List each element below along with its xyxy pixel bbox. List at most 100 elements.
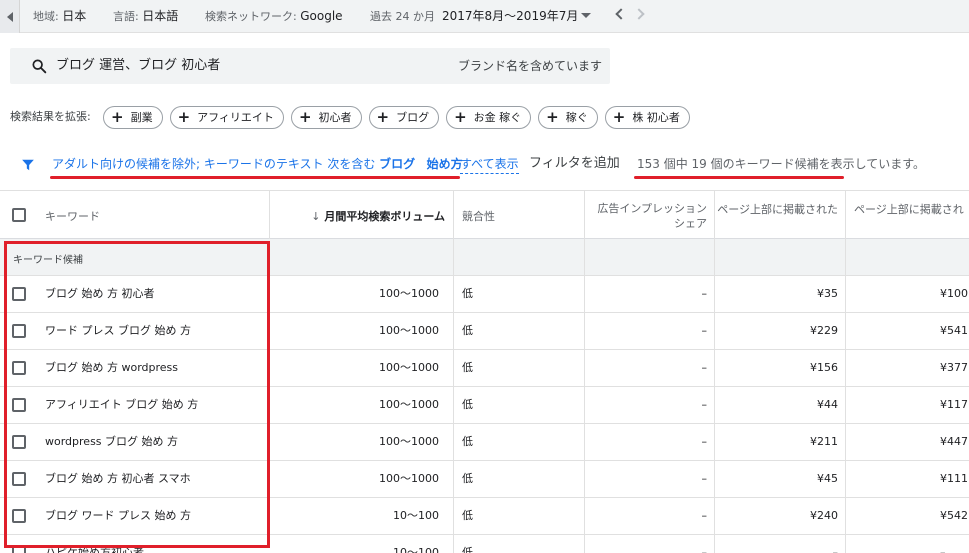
broaden-chip[interactable]: + 副業 xyxy=(103,106,163,129)
broaden-search-label: 検索結果を拡張: xyxy=(10,110,91,123)
impression-cell: – xyxy=(701,546,708,553)
table-row[interactable]: ブログ 始め 方 初心者 100〜1000 低 – ¥35 ¥100 xyxy=(0,276,969,313)
location-value: 日本 xyxy=(62,9,87,23)
bid-low-cell: ¥44 xyxy=(817,398,838,411)
plus-icon: + xyxy=(454,108,467,126)
top-bid-low-column-header[interactable]: ページ上部に掲載された xyxy=(715,191,846,239)
row-checkbox[interactable] xyxy=(12,435,26,449)
search-icon xyxy=(32,59,47,74)
select-all-checkbox[interactable] xyxy=(12,208,26,222)
row-checkbox[interactable] xyxy=(12,287,26,301)
volume-cell: 100〜1000 xyxy=(379,435,439,448)
search-query[interactable]: ブログ 運営、ブログ 初心者 xyxy=(56,48,220,84)
bid-high-cell: ¥100 xyxy=(940,287,968,300)
broaden-chips: + 副業 + アフィリエイト + 初心者 + ブログ + お金 稼ぐ + 稼ぐ + 株 初心者 xyxy=(103,106,697,129)
annotation-underline xyxy=(50,176,460,179)
impression-cell: – xyxy=(701,435,708,448)
broaden-chip[interactable]: + 稼ぐ xyxy=(538,106,598,129)
impression-cell: – xyxy=(701,398,708,411)
competition-cell: 低 xyxy=(462,435,473,448)
previous-period-icon[interactable] xyxy=(615,8,627,20)
impression-cell: – xyxy=(701,287,708,300)
volume-cell: 100〜1000 xyxy=(379,324,439,337)
next-period-icon[interactable] xyxy=(633,8,645,20)
top-bid-high-column-header[interactable]: ページ上部に掲載され xyxy=(846,191,969,239)
network-setting[interactable]: 検索ネットワーク: Google xyxy=(205,0,343,33)
table-row[interactable]: ブログ 始め 方 初心者 スマホ 100〜1000 低 – ¥45 ¥111 xyxy=(0,461,969,498)
table-row[interactable]: ブログ ワード プレス 始め 方 10〜100 低 – ¥240 ¥542 xyxy=(0,498,969,535)
broaden-chip[interactable]: + 初心者 xyxy=(290,106,362,129)
language-value: 日本語 xyxy=(142,9,179,23)
volume-cell: 100〜1000 xyxy=(379,361,439,374)
keyword-column-header[interactable]: キーワード xyxy=(0,191,270,239)
row-checkbox[interactable] xyxy=(12,509,26,523)
plus-icon: + xyxy=(546,108,559,126)
date-range-dropdown-icon[interactable] xyxy=(581,13,591,18)
collapse-button[interactable] xyxy=(0,0,20,33)
plus-icon: + xyxy=(612,108,626,126)
bid-low-cell: ¥211 xyxy=(810,435,838,448)
row-checkbox[interactable] xyxy=(12,398,26,412)
bid-low-cell: ¥156 xyxy=(810,361,838,374)
plus-icon: + xyxy=(111,108,124,126)
keyword-cell: ワード プレス ブログ 始め 方 xyxy=(45,324,191,337)
broaden-chip[interactable]: + アフィリエイト xyxy=(169,106,284,129)
keyword-cell: ブログ 始め 方 wordpress xyxy=(45,361,179,374)
row-checkbox[interactable] xyxy=(12,546,26,553)
broaden-chip[interactable]: + ブログ xyxy=(368,106,440,129)
impression-cell: – xyxy=(701,472,708,485)
active-filter[interactable]: アダルト向けの候補を除外; キーワードのテキスト 次を含む ブログ 始め方 xyxy=(52,154,463,174)
competition-cell: 低 xyxy=(462,287,473,300)
sort-descending-icon: ↓ xyxy=(311,210,321,223)
table-row[interactable]: wordpress ブログ 始め 方 100〜1000 低 – ¥211 ¥44… xyxy=(0,424,969,461)
table-row[interactable]: ブログ 始め 方 wordpress 100〜1000 低 – ¥156 ¥37… xyxy=(0,350,969,387)
broaden-chip[interactable]: + 株 初心者 xyxy=(604,106,690,129)
result-count: 153 個中 19 個のキーワード候補を表示しています。 xyxy=(637,157,926,171)
add-filter-button[interactable]: フィルタを追加 xyxy=(529,154,620,174)
competition-cell: 低 xyxy=(462,472,473,485)
row-checkbox[interactable] xyxy=(12,472,26,486)
bid-low-cell: ¥240 xyxy=(810,509,838,522)
volume-cell: 100〜1000 xyxy=(379,287,439,300)
plus-icon: + xyxy=(376,108,390,126)
impression-cell: – xyxy=(701,361,708,374)
keyword-cell: アフィリエイト ブログ 始め 方 xyxy=(45,398,199,411)
broaden-chip[interactable]: + お金 稼ぐ xyxy=(446,106,532,129)
location-setting[interactable]: 地域: 日本 xyxy=(33,0,86,33)
language-setting[interactable]: 言語: 日本語 xyxy=(113,0,178,33)
keyword-cell: ブログ 始め 方 初心者 xyxy=(45,287,155,300)
bid-high-cell: ¥541 xyxy=(940,324,968,337)
keyword-ideas-group: キーワード候補 xyxy=(0,239,969,276)
competition-cell: 低 xyxy=(462,546,473,553)
keyword-cell: wordpress ブログ 始め 方 xyxy=(45,435,179,448)
volume-cell: 100〜1000 xyxy=(379,398,439,411)
bid-high-cell: ¥447 xyxy=(940,435,968,448)
row-checkbox[interactable] xyxy=(12,361,26,375)
table-row[interactable]: ハピケ始め方初心者 10〜100 低 – – – xyxy=(0,535,969,553)
bid-low-cell: – xyxy=(832,546,839,553)
date-range-setting[interactable]: 過去 24 か月 2017年8月〜2019年7月 xyxy=(370,0,578,33)
impression-share-column-header[interactable]: 広告インプレッション シェア xyxy=(585,191,715,239)
keyword-cell: ハピケ始め方初心者 xyxy=(45,546,144,553)
volume-column-header[interactable]: ↓ 月間平均検索ボリューム xyxy=(270,191,454,239)
bid-high-cell: – xyxy=(940,546,946,553)
date-range-value: 2017年8月〜2019年7月 xyxy=(442,9,579,23)
settings-bar: 地域: 日本 言語: 日本語 検索ネットワーク: Google 過去 24 か月… xyxy=(0,0,969,33)
bid-high-cell: ¥111 xyxy=(940,472,968,485)
bid-low-cell: ¥45 xyxy=(817,472,838,485)
table-row[interactable]: アフィリエイト ブログ 始め 方 100〜1000 低 – ¥44 ¥117 xyxy=(0,387,969,424)
annotation-underline xyxy=(634,176,844,179)
show-all-link[interactable]: すべて表示 xyxy=(460,154,519,174)
bid-high-cell: ¥377 xyxy=(940,361,968,374)
impression-cell: – xyxy=(701,509,708,522)
keyword-search-box[interactable]: ブログ 運営、ブログ 初心者 ブランド名を含めています xyxy=(10,48,610,84)
table-header: キーワード ↓ 月間平均検索ボリューム 競合性 広告インプレッション シェア ペー… xyxy=(0,190,969,239)
network-value: Google xyxy=(300,9,343,23)
row-checkbox[interactable] xyxy=(12,324,26,338)
filter-icon[interactable] xyxy=(21,158,35,172)
volume-cell: 100〜1000 xyxy=(379,472,439,485)
brand-name-toggle[interactable]: ブランド名を含めています xyxy=(458,48,602,84)
table-row[interactable]: ワード プレス ブログ 始め 方 100〜1000 低 – ¥229 ¥541 xyxy=(0,313,969,350)
competition-column-header[interactable]: 競合性 xyxy=(454,191,585,239)
impression-cell: – xyxy=(701,324,708,337)
